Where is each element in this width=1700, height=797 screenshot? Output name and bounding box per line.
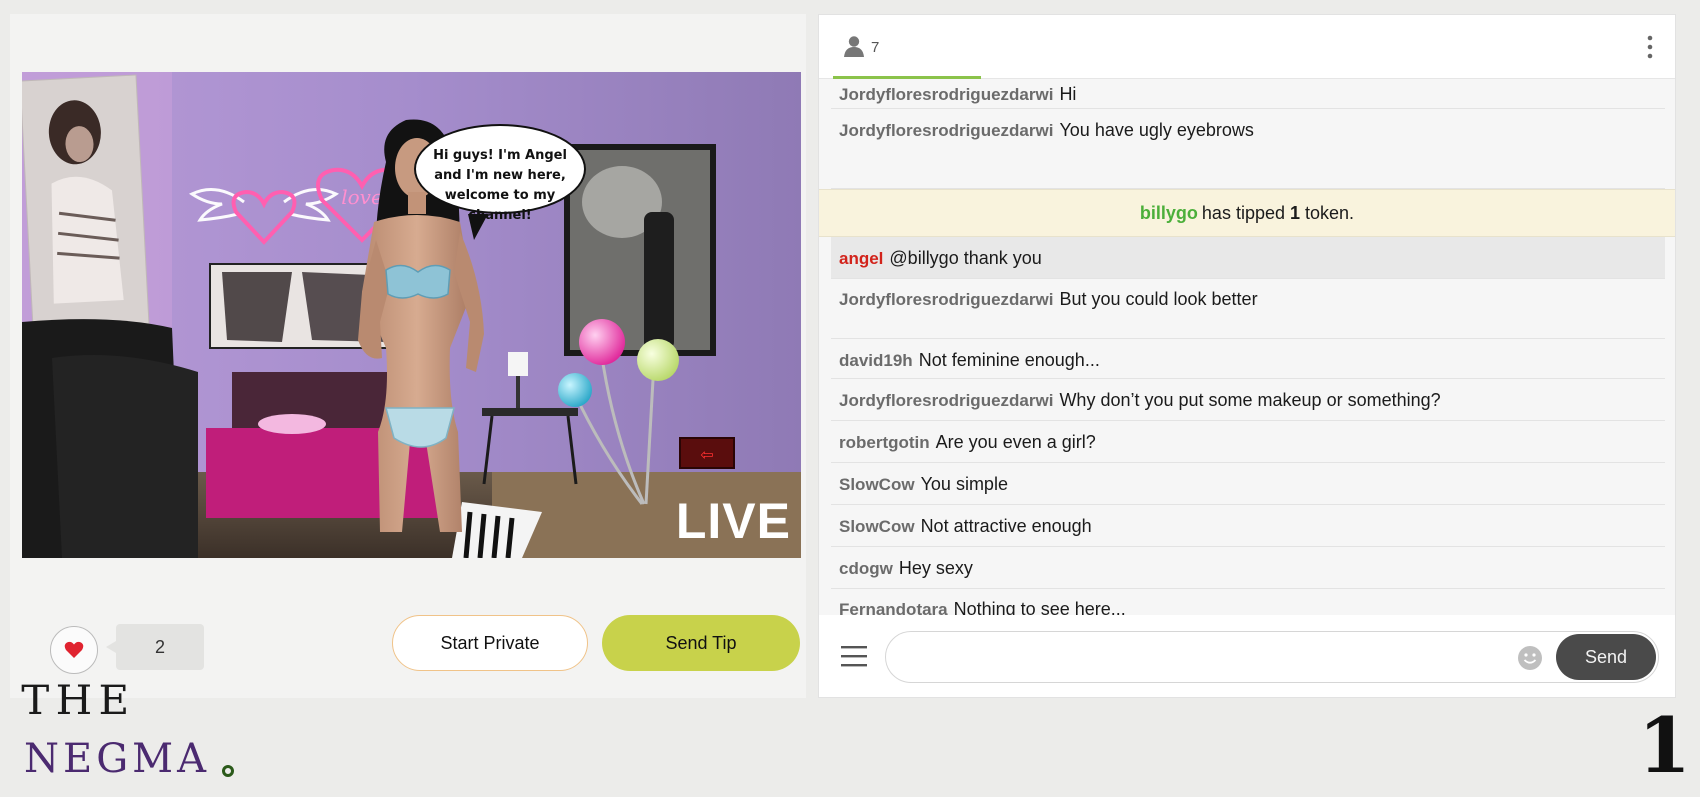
chat-text: Hey sexy: [898, 558, 973, 578]
chat-username[interactable]: Jordyfloresrodriguezdarwi: [839, 290, 1053, 309]
chat-username[interactable]: Jordyfloresrodriguezdarwi: [839, 121, 1053, 140]
chat-username[interactable]: robertgotin: [839, 433, 930, 452]
chat-text: Not attractive enough: [920, 516, 1092, 536]
chat-text: You have ugly eyebrows: [1059, 120, 1254, 140]
hamburger-menu-icon[interactable]: [841, 645, 867, 667]
like-count: 2: [106, 624, 204, 670]
speech-bubble: Hi guys! I'm Angel and I'm new here, wel…: [414, 124, 586, 223]
tip-suffix: token.: [1305, 202, 1355, 223]
video-player[interactable]: love ⇦ Hi guys! I'm Angel and I'm new he…: [22, 72, 801, 558]
chat-text: Are you even a girl?: [935, 432, 1096, 452]
tip-notification: billygo has tipped 1 token.: [819, 189, 1675, 237]
chat-message: Jordyfloresrodriguezdarwi Hi: [831, 79, 1665, 109]
chat-message: Jordyfloresrodriguezdarwi But you could l…: [831, 279, 1665, 339]
chat-username[interactable]: Fernandotara: [839, 600, 948, 615]
neon-sign-text: love: [341, 185, 383, 209]
chat-input-bar: Send: [819, 615, 1675, 697]
chat-username[interactable]: Jordyfloresrodriguezdarwi: [839, 85, 1053, 104]
chat-message-host: angel @billygo thank you: [831, 237, 1665, 279]
page-number: 1: [1638, 701, 1691, 790]
chat-username[interactable]: david19h: [839, 351, 913, 370]
like-button[interactable]: [50, 626, 98, 674]
send-message-button[interactable]: Send: [1556, 634, 1656, 680]
viewer-count: 7: [871, 39, 880, 56]
chat-text: Not feminine enough...: [918, 350, 1100, 370]
chat-username[interactable]: angel: [839, 249, 883, 268]
chat-username[interactable]: Jordyfloresrodriguezdarwi: [839, 391, 1053, 410]
chat-text: Why don’t you put some makeup or somethi…: [1059, 390, 1441, 410]
heart-icon: [64, 641, 84, 658]
emoji-icon[interactable]: [1517, 645, 1543, 671]
chat-message: david19h Not feminine enough...: [831, 339, 1665, 379]
chat-message: SlowCow Not attractive enough: [831, 505, 1665, 547]
chat-message: SlowCow You simple: [831, 463, 1665, 505]
live-label: LIVE: [675, 493, 791, 549]
more-options-icon[interactable]: [1647, 35, 1653, 59]
stream-panel: love ⇦ Hi guys! I'm Angel and I'm new he…: [10, 14, 806, 698]
logo-line-the: THE: [21, 678, 136, 724]
logo-line-negma: NEGMA: [24, 736, 210, 782]
tip-amount: 1: [1290, 202, 1301, 223]
chat-username[interactable]: SlowCow: [839, 475, 915, 494]
stream-video-frame: love ⇦: [22, 72, 801, 558]
chat-message-list[interactable]: Jordyfloresrodriguezdarwi Hi Jordyfloresr…: [819, 79, 1675, 615]
chat-username[interactable]: SlowCow: [839, 517, 915, 536]
chat-text: But you could look better: [1059, 289, 1258, 309]
start-private-button[interactable]: Start Private: [392, 615, 588, 671]
logo-dot: [222, 765, 234, 777]
chat-username[interactable]: cdogw: [839, 559, 893, 578]
speech-bubble-tail: [468, 214, 488, 240]
user-icon: [844, 35, 864, 57]
watermark-logo: THE NEGMA: [21, 678, 262, 788]
chat-text: You simple: [920, 474, 1008, 494]
chat-message: robertgotin Are you even a girl?: [831, 421, 1665, 463]
chat-text: Hi: [1059, 84, 1077, 104]
chat-text: @billygo thank you: [889, 248, 1042, 268]
tip-prefix: has tipped: [1201, 202, 1285, 223]
chat-message: Jordyfloresrodriguezdarwi You have ugly e…: [831, 109, 1665, 189]
svg-text:⇦: ⇦: [700, 445, 713, 464]
chat-message: cdogw Hey sexy: [831, 547, 1665, 589]
chat-message: Jordyfloresrodriguezdarwi Why don’t you p…: [831, 379, 1665, 421]
chat-header: 7: [819, 15, 1675, 79]
send-tip-button[interactable]: Send Tip: [602, 615, 800, 671]
chat-text: Nothing to see here...: [953, 599, 1126, 615]
chat-panel: 7 Jordyfloresrodriguezdarwi Hi Jordyflore…: [818, 14, 1676, 698]
chat-message: Fernandotara Nothing to see here...: [831, 589, 1665, 615]
tab-viewers[interactable]: 7: [833, 15, 981, 79]
tip-username[interactable]: billygo: [1140, 203, 1198, 224]
